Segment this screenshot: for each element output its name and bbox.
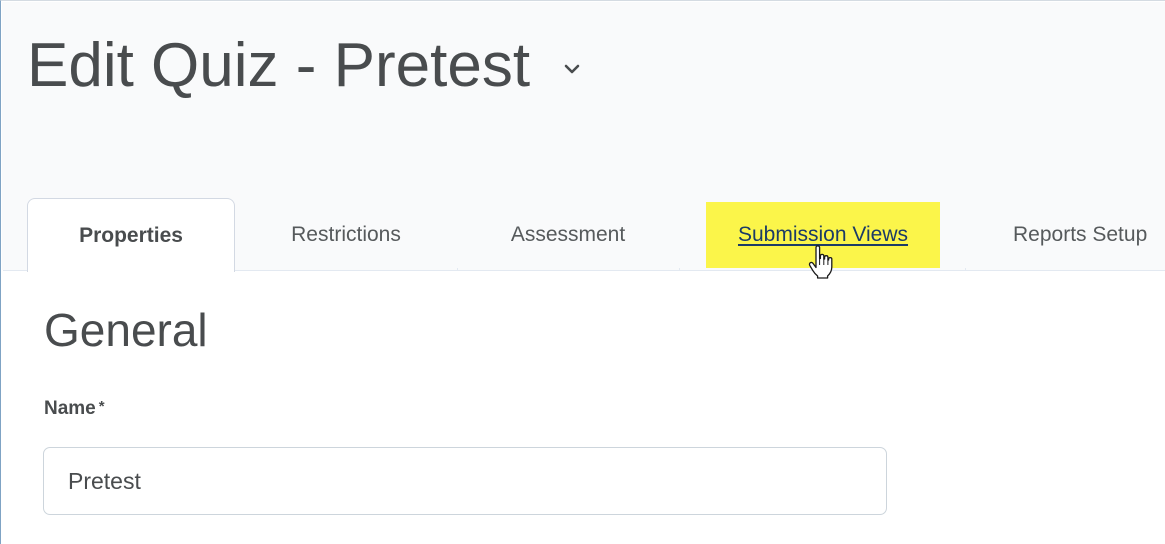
name-label: Name * [44,398,105,420]
name-input[interactable] [43,447,887,515]
section-title: General [44,304,208,356]
name-label-text: Name [44,398,96,419]
tab-label: Restrictions [291,222,401,246]
tab-properties[interactable]: Properties [27,198,235,272]
general-section: General Name * [2,271,1165,544]
quiz-editor-page: Edit Quiz - Pretest Properties Restricti… [0,0,1165,544]
tab-reports-setup[interactable]: Reports Setup [993,198,1165,271]
tab-assessment[interactable]: Assessment [457,198,679,271]
tab-label: Properties [79,223,183,247]
page-header: Edit Quiz - Pretest Properties Restricti… [2,2,1165,272]
tab-label: Assessment [510,222,626,246]
title-row: Edit Quiz - Pretest [27,30,582,102]
chevron-down-icon[interactable] [562,59,582,79]
tab-restrictions[interactable]: Restrictions [235,198,457,271]
hand-pointer-icon [808,245,834,279]
required-asterisk: * [98,398,105,415]
page-title: Edit Quiz - Pretest [27,31,531,100]
tab-label: Reports Setup [1013,222,1148,246]
tab-bar: Properties Restrictions Assessment Submi… [3,198,1165,272]
